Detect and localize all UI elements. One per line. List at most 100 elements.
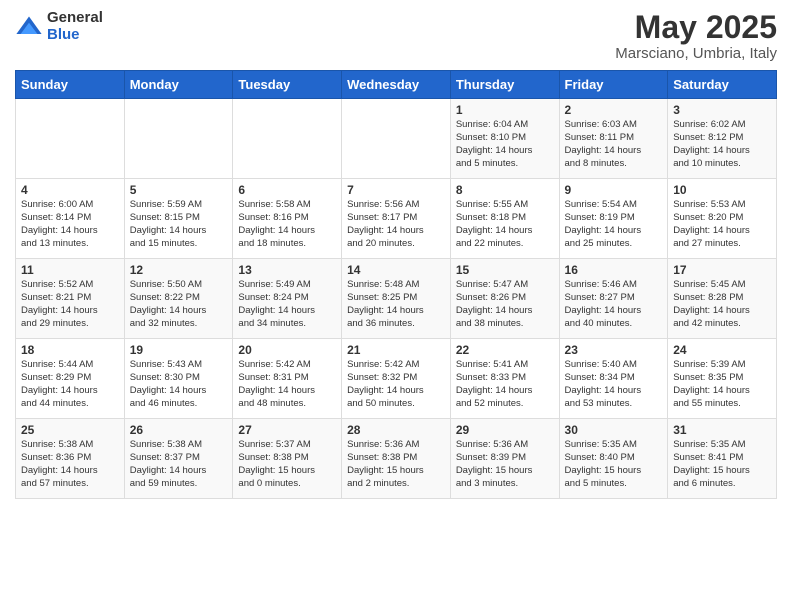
week-row-3: 11Sunrise: 5:52 AMSunset: 8:21 PMDayligh… — [16, 259, 777, 339]
day-number: 8 — [456, 183, 554, 197]
day-number: 31 — [673, 423, 771, 437]
day-cell: 28Sunrise: 5:36 AMSunset: 8:38 PMDayligh… — [342, 419, 451, 499]
title-area: May 2025 Marsciano, Umbria, Italy — [615, 10, 777, 62]
day-cell: 4Sunrise: 6:00 AMSunset: 8:14 PMDaylight… — [16, 179, 125, 259]
day-cell: 10 Sunrise: 5:53 AMSunset: 8:20 PMDayligh… — [668, 179, 777, 259]
logo-text: General Blue — [47, 10, 103, 43]
day-info: Sunrise: 5:35 AMSunset: 8:41 PMDaylight:… — [673, 439, 771, 490]
day-cell: 18 Sunrise: 5:44 AMSunset: 8:29 PMDayligh… — [16, 339, 125, 419]
day-info: Sunrise: 5:55 AMSunset: 8:18 PMDaylight:… — [456, 199, 554, 250]
day-info: Sunrise: 5:36 AMSunset: 8:38 PMDaylight:… — [347, 439, 445, 490]
week-row-5: 25Sunrise: 5:38 AMSunset: 8:36 PMDayligh… — [16, 419, 777, 499]
day-cell: 2 Sunrise: 6:03 AMSunset: 8:11 PMDaylight… — [559, 99, 668, 179]
logo-icon — [15, 13, 43, 41]
day-info: Sunrise: 5:47 AMSunset: 8:26 PMDaylight:… — [456, 279, 554, 330]
day-number: 13 — [238, 263, 336, 277]
day-number: 18 — [21, 343, 119, 357]
day-number: 9 — [565, 183, 663, 197]
week-row-4: 18 Sunrise: 5:44 AMSunset: 8:29 PMDayligh… — [16, 339, 777, 419]
day-info: Sunrise: 5:41 AMSunset: 8:33 PMDaylight:… — [456, 359, 554, 410]
day-cell: 22 Sunrise: 5:41 AMSunset: 8:33 PMDayligh… — [450, 339, 559, 419]
day-info: Sunrise: 5:37 AMSunset: 8:38 PMDaylight:… — [238, 439, 336, 490]
header-sunday: Sunday — [16, 71, 125, 99]
day-cell: 16 Sunrise: 5:46 AMSunset: 8:27 PMDayligh… — [559, 259, 668, 339]
day-number: 7 — [347, 183, 445, 197]
day-info: Sunrise: 5:50 AMSunset: 8:22 PMDaylight:… — [130, 279, 228, 330]
day-info: Sunrise: 5:35 AMSunset: 8:40 PMDaylight:… — [565, 439, 663, 490]
day-number: 24 — [673, 343, 771, 357]
day-info: Sunrise: 5:58 AMSunset: 8:16 PMDaylight:… — [238, 199, 336, 250]
header-friday: Friday — [559, 71, 668, 99]
day-info: Sunrise: 5:38 AMSunset: 8:37 PMDaylight:… — [130, 439, 228, 490]
day-cell: 20Sunrise: 5:42 AMSunset: 8:31 PMDayligh… — [233, 339, 342, 419]
day-cell: 1Sunrise: 6:04 AMSunset: 8:10 PMDaylight… — [450, 99, 559, 179]
page: General Blue May 2025 Marsciano, Umbria,… — [0, 0, 792, 612]
day-cell: 24Sunrise: 5:39 AMSunset: 8:35 PMDayligh… — [668, 339, 777, 419]
day-info: Sunrise: 5:43 AMSunset: 8:30 PMDaylight:… — [130, 359, 228, 410]
day-number: 16 — [565, 263, 663, 277]
day-number: 22 — [456, 343, 554, 357]
day-number: 10 — [673, 183, 771, 197]
day-cell: 7 Sunrise: 5:56 AMSunset: 8:17 PMDaylight… — [342, 179, 451, 259]
day-cell: 13Sunrise: 5:49 AMSunset: 8:24 PMDayligh… — [233, 259, 342, 339]
day-cell: 31 Sunrise: 5:35 AMSunset: 8:41 PMDayligh… — [668, 419, 777, 499]
day-info: Sunrise: 5:56 AMSunset: 8:17 PMDaylight:… — [347, 199, 445, 250]
day-cell: 11Sunrise: 5:52 AMSunset: 8:21 PMDayligh… — [16, 259, 125, 339]
day-cell — [233, 99, 342, 179]
day-info: Sunrise: 6:03 AMSunset: 8:11 PMDaylight:… — [565, 119, 663, 170]
day-cell: 17 Sunrise: 5:45 AMSunset: 8:28 PMDayligh… — [668, 259, 777, 339]
header-wednesday: Wednesday — [342, 71, 451, 99]
day-number: 6 — [238, 183, 336, 197]
week-row-1: 1Sunrise: 6:04 AMSunset: 8:10 PMDaylight… — [16, 99, 777, 179]
day-info: Sunrise: 5:45 AMSunset: 8:28 PMDaylight:… — [673, 279, 771, 330]
day-cell — [342, 99, 451, 179]
day-cell: 15 Sunrise: 5:47 AMSunset: 8:26 PMDayligh… — [450, 259, 559, 339]
day-number: 15 — [456, 263, 554, 277]
header-saturday: Saturday — [668, 71, 777, 99]
calendar-header-row: SundayMondayTuesdayWednesdayThursdayFrid… — [16, 71, 777, 99]
day-number: 23 — [565, 343, 663, 357]
day-info: Sunrise: 6:00 AMSunset: 8:14 PMDaylight:… — [21, 199, 119, 250]
header-monday: Monday — [124, 71, 233, 99]
day-info: Sunrise: 6:04 AMSunset: 8:10 PMDaylight:… — [456, 119, 554, 170]
day-info: Sunrise: 5:53 AMSunset: 8:20 PMDaylight:… — [673, 199, 771, 250]
day-number: 25 — [21, 423, 119, 437]
day-cell: 23 Sunrise: 5:40 AMSunset: 8:34 PMDayligh… — [559, 339, 668, 419]
day-info: Sunrise: 5:42 AMSunset: 8:31 PMDaylight:… — [238, 359, 336, 410]
day-cell — [124, 99, 233, 179]
day-cell: 6 Sunrise: 5:58 AMSunset: 8:16 PMDaylight… — [233, 179, 342, 259]
day-number: 12 — [130, 263, 228, 277]
day-number: 21 — [347, 343, 445, 357]
day-number: 17 — [673, 263, 771, 277]
day-cell: 8 Sunrise: 5:55 AMSunset: 8:18 PMDaylight… — [450, 179, 559, 259]
day-number: 27 — [238, 423, 336, 437]
header: General Blue May 2025 Marsciano, Umbria,… — [15, 10, 777, 62]
logo: General Blue — [15, 10, 103, 43]
day-info: Sunrise: 5:46 AMSunset: 8:27 PMDaylight:… — [565, 279, 663, 330]
day-number: 19 — [130, 343, 228, 357]
day-number: 26 — [130, 423, 228, 437]
day-number: 5 — [130, 183, 228, 197]
day-cell: 30 Sunrise: 5:35 AMSunset: 8:40 PMDayligh… — [559, 419, 668, 499]
day-cell: 21Sunrise: 5:42 AMSunset: 8:32 PMDayligh… — [342, 339, 451, 419]
day-info: Sunrise: 5:54 AMSunset: 8:19 PMDaylight:… — [565, 199, 663, 250]
day-number: 30 — [565, 423, 663, 437]
day-number: 11 — [21, 263, 119, 277]
logo-blue-label: Blue — [47, 27, 103, 44]
day-number: 2 — [565, 103, 663, 117]
week-row-2: 4Sunrise: 6:00 AMSunset: 8:14 PMDaylight… — [16, 179, 777, 259]
header-thursday: Thursday — [450, 71, 559, 99]
day-info: Sunrise: 5:44 AMSunset: 8:29 PMDaylight:… — [21, 359, 119, 410]
day-cell: 19 Sunrise: 5:43 AMSunset: 8:30 PMDayligh… — [124, 339, 233, 419]
day-info: Sunrise: 5:59 AMSunset: 8:15 PMDaylight:… — [130, 199, 228, 250]
header-tuesday: Tuesday — [233, 71, 342, 99]
day-cell: 26 Sunrise: 5:38 AMSunset: 8:37 PMDayligh… — [124, 419, 233, 499]
day-cell: 5 Sunrise: 5:59 AMSunset: 8:15 PMDaylight… — [124, 179, 233, 259]
calendar: SundayMondayTuesdayWednesdayThursdayFrid… — [15, 70, 777, 499]
day-cell: 3Sunrise: 6:02 AMSunset: 8:12 PMDaylight… — [668, 99, 777, 179]
day-cell: 29Sunrise: 5:36 AMSunset: 8:39 PMDayligh… — [450, 419, 559, 499]
day-cell: 25Sunrise: 5:38 AMSunset: 8:36 PMDayligh… — [16, 419, 125, 499]
day-info: Sunrise: 5:40 AMSunset: 8:34 PMDaylight:… — [565, 359, 663, 410]
day-info: Sunrise: 5:48 AMSunset: 8:25 PMDaylight:… — [347, 279, 445, 330]
logo-general-label: General — [47, 10, 103, 27]
